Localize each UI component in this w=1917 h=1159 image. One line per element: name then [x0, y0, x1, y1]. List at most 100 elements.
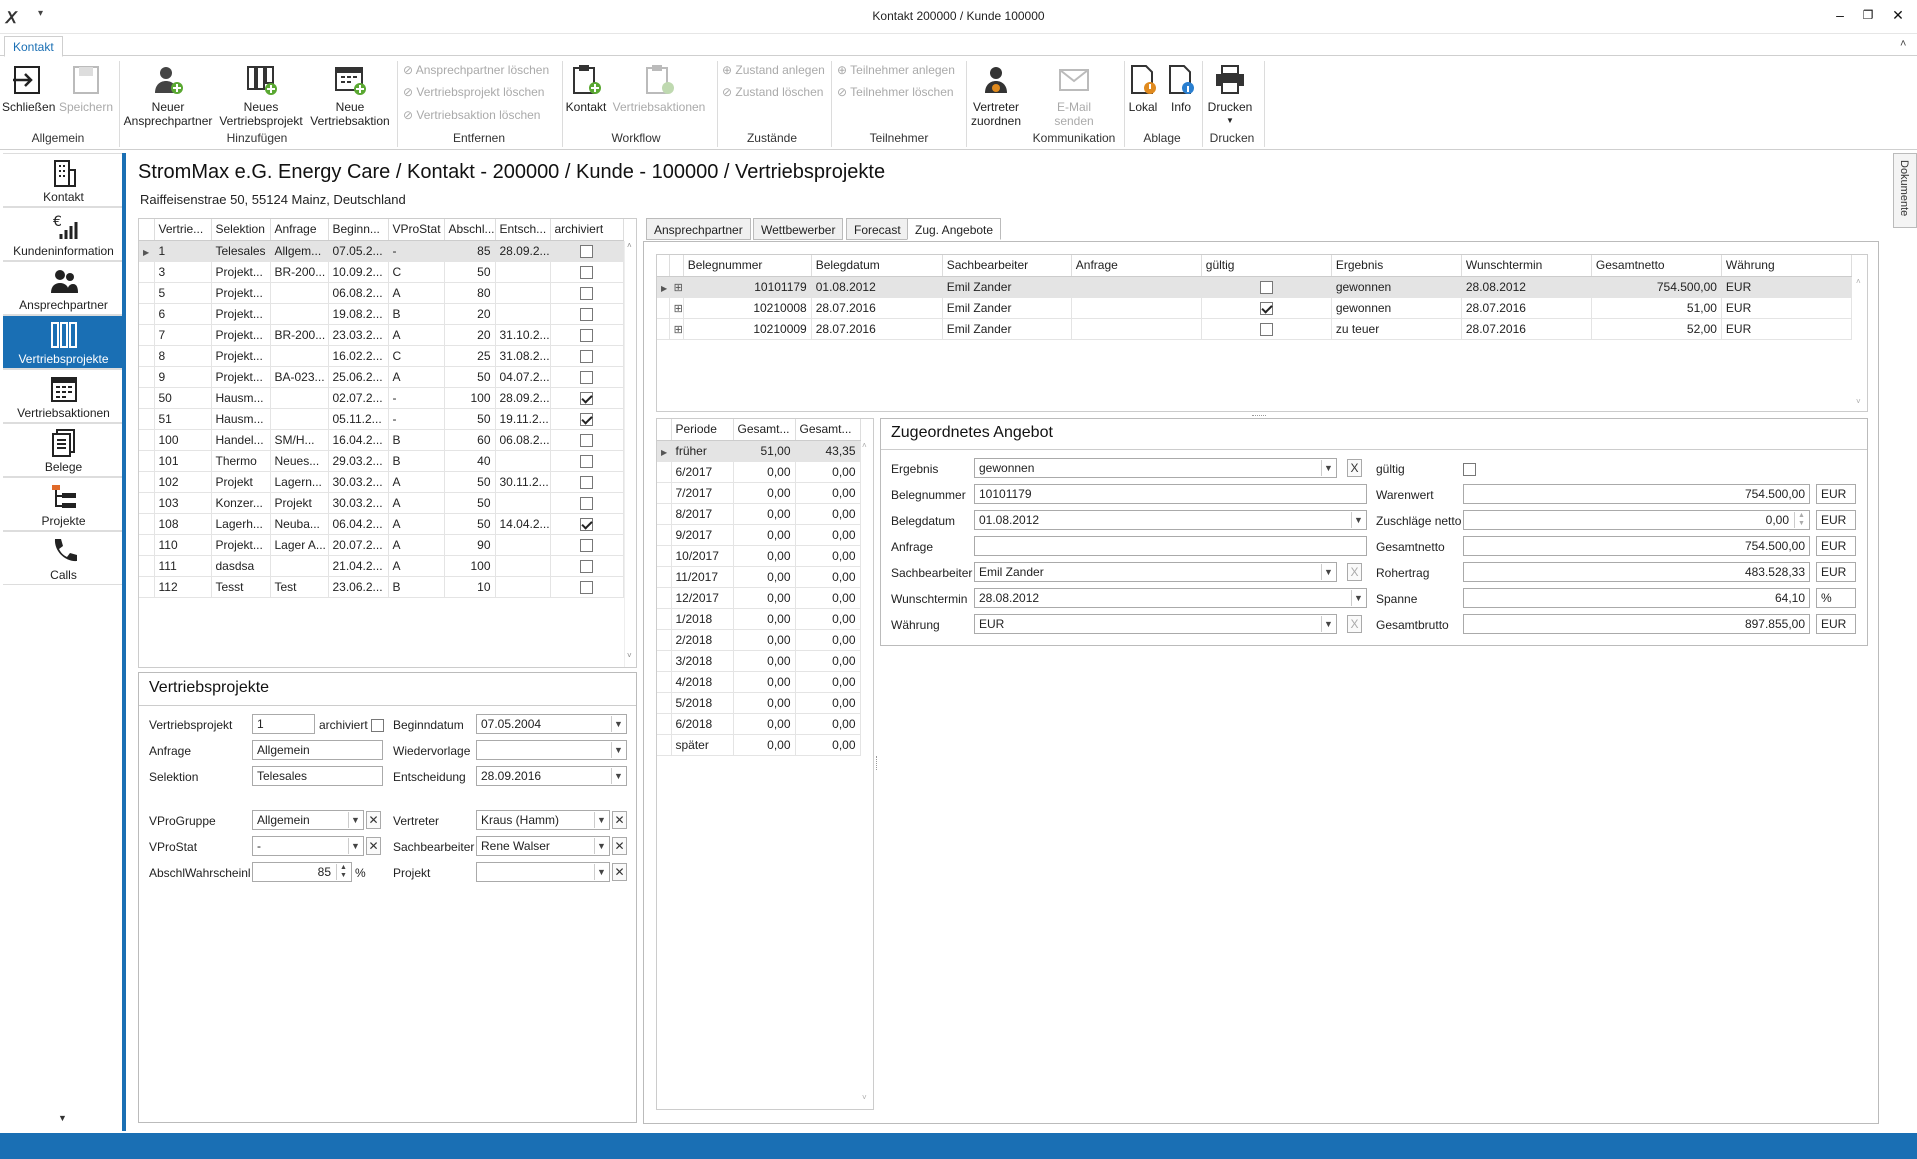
- offers-column-header[interactable]: gültig: [1201, 255, 1332, 277]
- table-row[interactable]: 3/2018 0,00 0,00: [657, 650, 861, 672]
- wiedervorlage-dropdown-icon[interactable]: ▼: [611, 742, 625, 758]
- scroll-up-icon[interactable]: ˄: [627, 241, 632, 250]
- table-row[interactable]: 8/2017 0,00 0,00: [657, 503, 861, 525]
- table-row[interactable]: 100 Handel... SM/H... 16.04.2... B 60 06.08.2.…: [139, 429, 624, 451]
- sachbearbeiter-dropdown-icon[interactable]: ▼: [594, 838, 608, 854]
- selektion-field[interactable]: Telesales: [252, 766, 383, 786]
- projects-column-header[interactable]: archiviert: [550, 219, 624, 241]
- table-row[interactable]: ▶ früher 51,00 43,35: [657, 440, 861, 462]
- spanne-field[interactable]: 64,10: [1463, 588, 1810, 608]
- sachbearbeiter-clear-button[interactable]: ✕: [612, 837, 627, 855]
- table-row[interactable]: 112 Tesst Test 23.06.2... B 10: [139, 576, 624, 598]
- gueltig-checkbox[interactable]: [1463, 463, 1476, 477]
- nav-item-ansprechpartner[interactable]: Ansprechpartner: [3, 261, 124, 315]
- projekt-field[interactable]: ▼: [476, 862, 610, 882]
- table-row[interactable]: 1/2018 0,00 0,00: [657, 608, 861, 630]
- neues-vertriebsprojekt-button[interactable]: Neues Vertriebsprojekt: [216, 59, 306, 128]
- tab-wettbewerber[interactable]: Wettbewerber: [753, 218, 844, 240]
- vertreter-dropdown-icon[interactable]: ▼: [594, 812, 608, 828]
- offers-column-header[interactable]: Belegdatum: [811, 255, 943, 277]
- archiviert-row-checkbox[interactable]: [580, 475, 593, 489]
- table-row[interactable]: ⊞ 10210009 28.07.2016 Emil Zander zu teuer 28…: [657, 318, 1853, 340]
- gesamtbrutto-field[interactable]: 897.855,00: [1463, 614, 1810, 634]
- archiviert-row-checkbox[interactable]: [580, 391, 593, 405]
- gesamtnetto-field[interactable]: 754.500,00: [1463, 536, 1810, 556]
- archiviert-row-checkbox[interactable]: [580, 349, 593, 363]
- scroll-up-icon[interactable]: ˄: [862, 441, 867, 450]
- zustand-anlegen-button[interactable]: ⊕ Zustand anlegen: [722, 63, 825, 77]
- nav-item-calls[interactable]: Calls: [3, 531, 124, 585]
- table-row[interactable]: 6/2018 0,00 0,00: [657, 713, 861, 735]
- belegdatum-dropdown-icon[interactable]: ▼: [1351, 512, 1365, 528]
- vertriebsaktion-loeschen-button[interactable]: ⊘ Vertriebsaktion löschen: [403, 108, 540, 122]
- archiviert-row-checkbox[interactable]: [580, 517, 593, 531]
- table-row[interactable]: 2/2018 0,00 0,00: [657, 629, 861, 651]
- vertical-splitter-grip[interactable]: [876, 756, 878, 770]
- wunschtermin-field[interactable]: 28.08.2012 ▼: [974, 588, 1367, 608]
- table-row[interactable]: 5/2018 0,00 0,00: [657, 692, 861, 714]
- projekt-dropdown-icon[interactable]: ▼: [594, 864, 608, 880]
- tab-forecast[interactable]: Forecast: [846, 218, 909, 240]
- table-row[interactable]: 101 Thermo Neues... 29.03.2... B 40: [139, 450, 624, 472]
- offers-column-header[interactable]: Ergebnis: [1331, 255, 1462, 277]
- nav-item-vertriebsaktionen[interactable]: Vertriebsaktionen: [3, 369, 124, 423]
- drucken-button[interactable]: Drucken ▼: [1204, 59, 1256, 128]
- vertriebsaktionen-button[interactable]: Vertriebsaktionen: [612, 59, 706, 114]
- archiviert-row-checkbox[interactable]: [580, 538, 593, 552]
- abschlwahrscheinl-field[interactable]: 85 ▲ ▼: [252, 862, 352, 882]
- gueltig-row-checkbox[interactable]: [1259, 280, 1273, 294]
- ribbon-tab-kontakt[interactable]: Kontakt: [4, 36, 63, 57]
- table-row[interactable]: ▶ ⊞ 10101179 01.08.2012 Emil Zander gewonnen 2…: [657, 276, 1853, 298]
- anfrage-offer-field[interactable]: [974, 536, 1367, 556]
- info-button[interactable]: Info: [1164, 59, 1198, 114]
- zuschlaege-spinner-icon[interactable]: ▲ ▼: [1794, 512, 1808, 528]
- table-row[interactable]: 9 Projekt... BA-023... 25.06.2... A 50 04.07.2…: [139, 366, 624, 388]
- offers-scrollbar[interactable]: ˄ ˅: [1853, 277, 1867, 411]
- lokal-button[interactable]: Lokal: [1126, 59, 1160, 114]
- projects-column-header[interactable]: Beginn...: [328, 219, 389, 241]
- vprogruppe-clear-button[interactable]: ✕: [366, 811, 381, 829]
- table-row[interactable]: 6/2017 0,00 0,00: [657, 461, 861, 483]
- ribbon-collapse-icon[interactable]: ˄: [1900, 38, 1906, 50]
- projects-column-header[interactable]: VProStat: [388, 219, 445, 241]
- gueltig-row-checkbox[interactable]: [1259, 301, 1273, 315]
- table-row[interactable]: 50 Hausm... 02.07.2... -100 28.09.2...: [139, 387, 624, 409]
- periods-scrollbar[interactable]: ˄ ˅: [860, 441, 873, 1109]
- offers-column-header[interactable]: Gesamtnetto: [1591, 255, 1722, 277]
- nav-item-vertriebsprojekte[interactable]: Vertriebsprojekte: [3, 315, 124, 369]
- archiviert-checkbox[interactable]: [371, 719, 384, 733]
- rohertrag-field[interactable]: 483.528,33: [1463, 562, 1810, 582]
- sachbearbeiter-offer-clear-button[interactable]: X: [1347, 563, 1362, 581]
- table-row[interactable]: 8 Projekt... 16.02.2... C 25 31.08.2...: [139, 345, 624, 367]
- table-row[interactable]: 9/2017 0,00 0,00: [657, 524, 861, 546]
- waehrung-clear-button[interactable]: X: [1347, 615, 1362, 633]
- offers-column-header[interactable]: Wunschtermin: [1461, 255, 1592, 277]
- wiedervorlage-field[interactable]: ▼: [476, 740, 627, 760]
- vertreter-clear-button[interactable]: ✕: [612, 811, 627, 829]
- nav-scroll-down-icon[interactable]: ▼: [58, 1113, 67, 1123]
- table-row[interactable]: 51 Hausm... 05.11.2... -50 19.11.2...: [139, 408, 624, 430]
- dokumente-side-tab[interactable]: Dokumente: [1893, 153, 1917, 228]
- minimize-button[interactable]: –: [1829, 5, 1851, 25]
- splitter-grip[interactable]: [1252, 415, 1266, 417]
- archiviert-row-checkbox[interactable]: [580, 307, 593, 321]
- speichern-button[interactable]: Speichern: [58, 59, 114, 114]
- vprostat-dropdown-icon[interactable]: ▼: [348, 838, 362, 854]
- teilnehmer-loeschen-button[interactable]: ⊘ Teilnehmer löschen: [837, 85, 954, 99]
- wunschtermin-dropdown-icon[interactable]: ▼: [1351, 590, 1365, 606]
- expand-row-icon[interactable]: ⊞: [674, 324, 683, 336]
- archiviert-row-checkbox[interactable]: [580, 328, 593, 342]
- vprogruppe-dropdown-icon[interactable]: ▼: [348, 812, 362, 828]
- teilnehmer-anlegen-button[interactable]: ⊕ Teilnehmer anlegen: [837, 63, 955, 77]
- projects-column-header[interactable]: Entsch...: [495, 219, 551, 241]
- vprostat-clear-button[interactable]: ✕: [366, 837, 381, 855]
- archiviert-row-checkbox[interactable]: [580, 433, 593, 447]
- nav-item-kundeninformation[interactable]: € Kundeninformation: [3, 207, 124, 261]
- table-row[interactable]: 103 Konzer... Projekt 30.03.2... A 50: [139, 492, 624, 514]
- kontakt-workflow-button[interactable]: Kontakt: [562, 59, 610, 114]
- offers-column-header[interactable]: Belegnummer: [683, 255, 812, 277]
- ergebnis-dropdown-icon[interactable]: ▼: [1321, 460, 1335, 476]
- ansprechpartner-loeschen-button[interactable]: ⊘ Ansprechpartner löschen: [403, 63, 549, 77]
- table-row[interactable]: später 0,00 0,00: [657, 734, 861, 756]
- table-row[interactable]: 7 Projekt... BR-200... 23.03.2... A 20 31.10.2…: [139, 324, 624, 346]
